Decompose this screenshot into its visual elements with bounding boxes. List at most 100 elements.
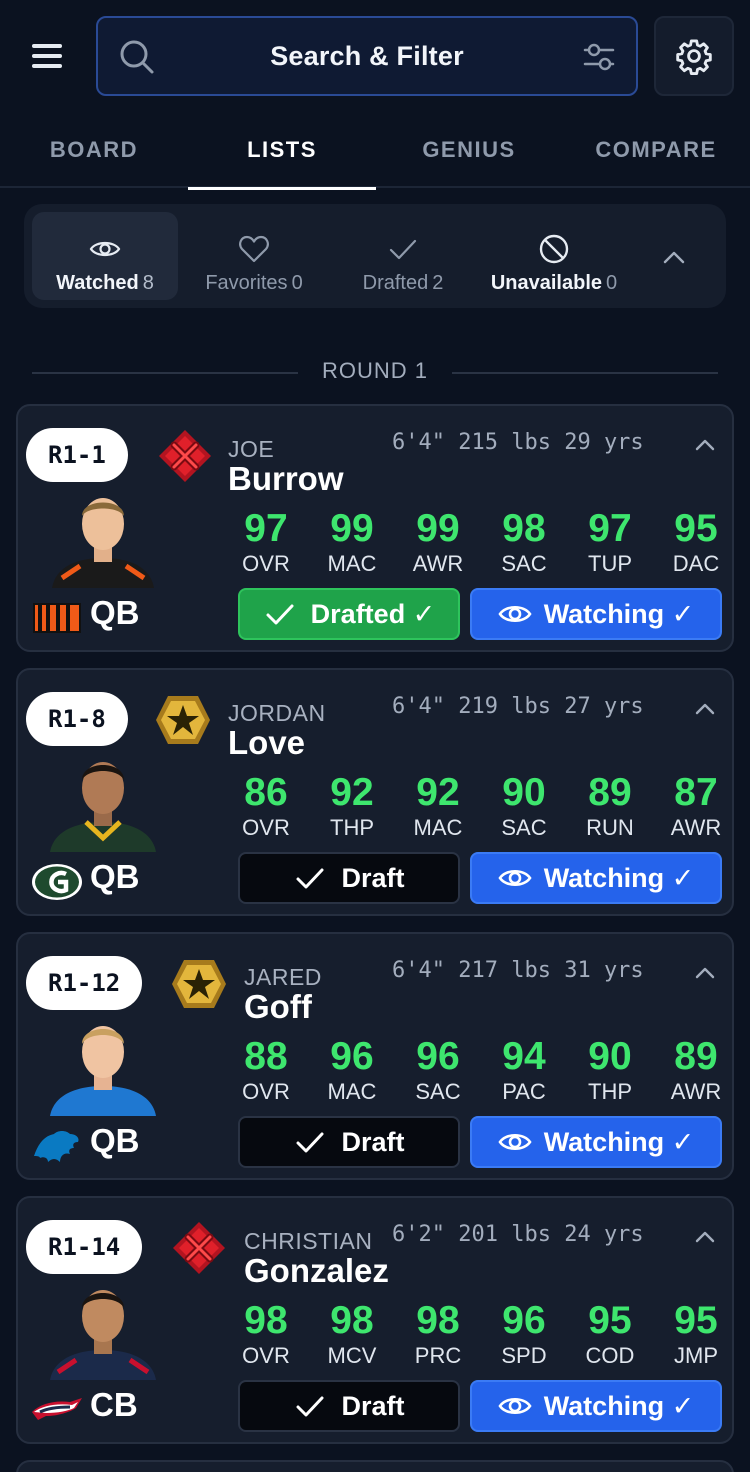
watching-button[interactable]: Watching ✓ [470, 1380, 722, 1432]
x-tier-icon [159, 430, 211, 482]
stat-value: 90 [502, 771, 546, 814]
stat-label: PAC [502, 1079, 546, 1104]
draft-button[interactable]: Draft [238, 1116, 460, 1168]
stat-label: SAC [501, 551, 547, 576]
divider-line [452, 372, 718, 374]
stat-label: MAC [413, 815, 463, 840]
draft-button[interactable]: Draft [238, 1380, 460, 1432]
tab-compare[interactable]: COMPARE [562, 112, 750, 188]
list-pill-drafted[interactable]: Drafted 2 [336, 212, 470, 300]
list-pill-count: 0 [606, 272, 618, 294]
star-tier-icon [156, 696, 210, 744]
player-bio: 6'4" 219 lbs 27 yrs [392, 694, 644, 719]
stat-label: AWR [670, 1079, 722, 1104]
stat-value: 94 [502, 1035, 546, 1078]
stat-value: 95 [674, 507, 718, 550]
stat-value: 96 [416, 1035, 460, 1078]
player-last-name: Love [228, 724, 306, 761]
list-pill-watched[interactable]: Watched 8 [32, 212, 178, 300]
player-last-name: Goff [244, 988, 312, 1025]
stat-label: MAC [327, 1079, 377, 1104]
stat-value: 95 [674, 1299, 718, 1342]
menu-button[interactable] [26, 36, 70, 76]
list-pill-label: Unavailable [490, 272, 603, 294]
tab-lists[interactable]: LISTS [188, 112, 376, 190]
tab-genius[interactable]: GENIUS [376, 112, 562, 188]
stat-label: OVR [242, 551, 290, 576]
settings-button[interactable] [654, 16, 734, 96]
stat: 89 RUN [567, 772, 653, 842]
watch-button-label: Watching ✓ [543, 1126, 695, 1157]
app: Search & Filter BOARD LISTS GENIUS COMPA… [0, 0, 750, 1472]
stat-label: OVR [242, 1343, 290, 1368]
star-tier-icon [172, 960, 226, 1008]
chevron-up-icon[interactable] [690, 1222, 720, 1252]
stat: 98 OVR [223, 1300, 309, 1370]
ban-icon [539, 234, 569, 264]
heart-icon [239, 235, 269, 263]
draft-button[interactable]: Draft [238, 852, 460, 904]
chevron-up-icon[interactable] [656, 240, 692, 276]
stat: 95 DAC [653, 508, 739, 578]
chevron-up-icon[interactable] [690, 430, 720, 460]
list-pill-label: Drafted [362, 272, 429, 294]
stat-label: OVR [242, 815, 290, 840]
stat-value: 92 [416, 771, 460, 814]
check-icon [296, 868, 324, 889]
player-position: QB [90, 594, 140, 631]
search-filter-button[interactable]: Search & Filter [96, 16, 638, 96]
player-card[interactable]: R1-8 JORDAN Love 6'4" 219 lbs 27 yrs QB … [16, 668, 734, 916]
player-headshot [50, 762, 156, 852]
list-pill-unavailable[interactable]: Unavailable 0 [474, 212, 634, 300]
main-tabs: BOARD LISTS GENIUS COMPARE [0, 112, 750, 190]
search-icon [120, 40, 154, 74]
stat-value: 89 [674, 1035, 718, 1078]
stat: 99 AWR [395, 508, 481, 578]
stat: 96 SAC [395, 1036, 481, 1106]
player-bio: 6'4" 215 lbs 29 yrs [392, 430, 644, 455]
eye-icon [89, 241, 121, 257]
player-card[interactable]: R1-1 JOE Burrow 6'4" 215 lbs 29 yrs QB 9… [16, 404, 734, 652]
stat-value: 98 [330, 1299, 374, 1342]
stat-value: 89 [588, 771, 632, 814]
chevron-up-icon[interactable] [690, 694, 720, 724]
watching-button[interactable]: Watching ✓ [470, 588, 722, 640]
round-divider: ROUND 1 [32, 356, 718, 388]
stat: 98 MCV [309, 1300, 395, 1370]
stat: 94 PAC [481, 1036, 567, 1106]
check-icon [296, 1396, 324, 1417]
stat-value: 99 [416, 507, 460, 550]
pick-badge: R1-8 [26, 692, 128, 746]
watch-button-label: Watching ✓ [543, 1390, 695, 1421]
stat-label: DAC [672, 551, 720, 576]
player-position: QB [90, 858, 140, 895]
stat-value: 96 [330, 1035, 374, 1078]
player-weight: 219 lbs [458, 694, 551, 719]
stat-label: MCV [327, 1343, 377, 1368]
stat-label: MAC [327, 551, 377, 576]
eye-icon [498, 605, 532, 623]
eye-icon [498, 1397, 532, 1415]
player-card-partial[interactable] [16, 1460, 734, 1472]
tab-board[interactable]: BOARD [0, 112, 188, 188]
stat-value: 92 [330, 771, 374, 814]
watching-button[interactable]: Watching ✓ [470, 852, 722, 904]
watching-button[interactable]: Watching ✓ [470, 1116, 722, 1168]
list-pill-favorites[interactable]: Favorites 0 [184, 212, 324, 300]
player-first-name: JOE [228, 436, 275, 462]
drafted-button[interactable]: Drafted ✓ [238, 588, 460, 640]
player-height: 6'4" [392, 694, 445, 719]
player-height: 6'2" [392, 1222, 445, 1247]
menu-icon-line [32, 64, 62, 68]
player-first-name: JARED [244, 964, 322, 990]
check-icon [296, 1132, 324, 1153]
player-card[interactable]: R1-12 JARED Goff 6'4" 217 lbs 31 yrs QB … [16, 932, 734, 1180]
stat-value: 98 [244, 1299, 288, 1342]
chevron-up-icon[interactable] [690, 958, 720, 988]
player-headshot [50, 1290, 156, 1380]
patriots-logo [32, 1398, 82, 1420]
player-card[interactable]: R1-14 CHRISTIAN Gonzalez 6'2" 201 lbs 24… [16, 1196, 734, 1444]
list-pill-label: Favorites [205, 272, 288, 294]
list-filter-bar: Watched 8 Favorites 0 Drafted 2 Unavailable… [24, 204, 726, 308]
stat: 92 MAC [395, 772, 481, 842]
